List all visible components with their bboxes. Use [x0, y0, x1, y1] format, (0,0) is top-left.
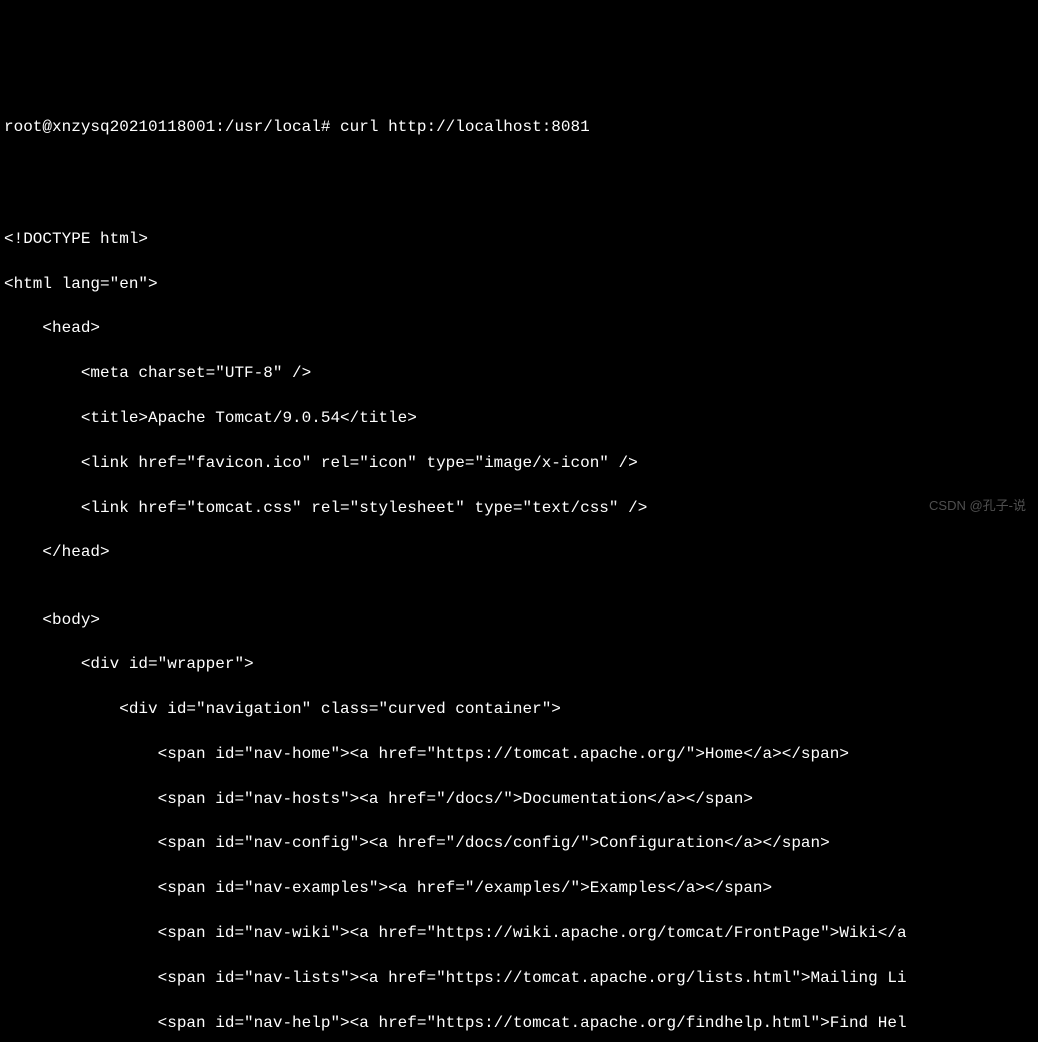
output-line: <span id="nav-home"><a href="https://tom…	[4, 743, 1038, 765]
output-line: <span id="nav-lists"><a href="https://to…	[4, 967, 1038, 989]
output-line: <body>	[4, 609, 1038, 631]
output-line: <meta charset="UTF-8" />	[4, 362, 1038, 384]
watermark-text: CSDN @孔子-说	[929, 497, 1026, 515]
shell-prompt-line: root@xnzysq20210118001:/usr/local# curl …	[4, 116, 1038, 138]
output-line: <span id="nav-examples"><a href="/exampl…	[4, 877, 1038, 899]
output-line: <div id="navigation" class="curved conta…	[4, 698, 1038, 720]
output-line: <span id="nav-wiki"><a href="https://wik…	[4, 922, 1038, 944]
output-line: <span id="nav-config"><a href="/docs/con…	[4, 832, 1038, 854]
output-line: <span id="nav-hosts"><a href="/docs/">Do…	[4, 788, 1038, 810]
output-line: <!DOCTYPE html>	[4, 228, 1038, 250]
output-line: <title>Apache Tomcat/9.0.54</title>	[4, 407, 1038, 429]
output-line: <div id="wrapper">	[4, 653, 1038, 675]
output-line: <link href="tomcat.css" rel="stylesheet"…	[4, 497, 1038, 519]
output-line: <span id="nav-help"><a href="https://tom…	[4, 1012, 1038, 1034]
terminal-output[interactable]: root@xnzysq20210118001:/usr/local# curl …	[4, 94, 1038, 1042]
output-line: </head>	[4, 541, 1038, 563]
output-line: <html lang="en">	[4, 273, 1038, 295]
output-line: <link href="favicon.ico" rel="icon" type…	[4, 452, 1038, 474]
output-line: <head>	[4, 317, 1038, 339]
